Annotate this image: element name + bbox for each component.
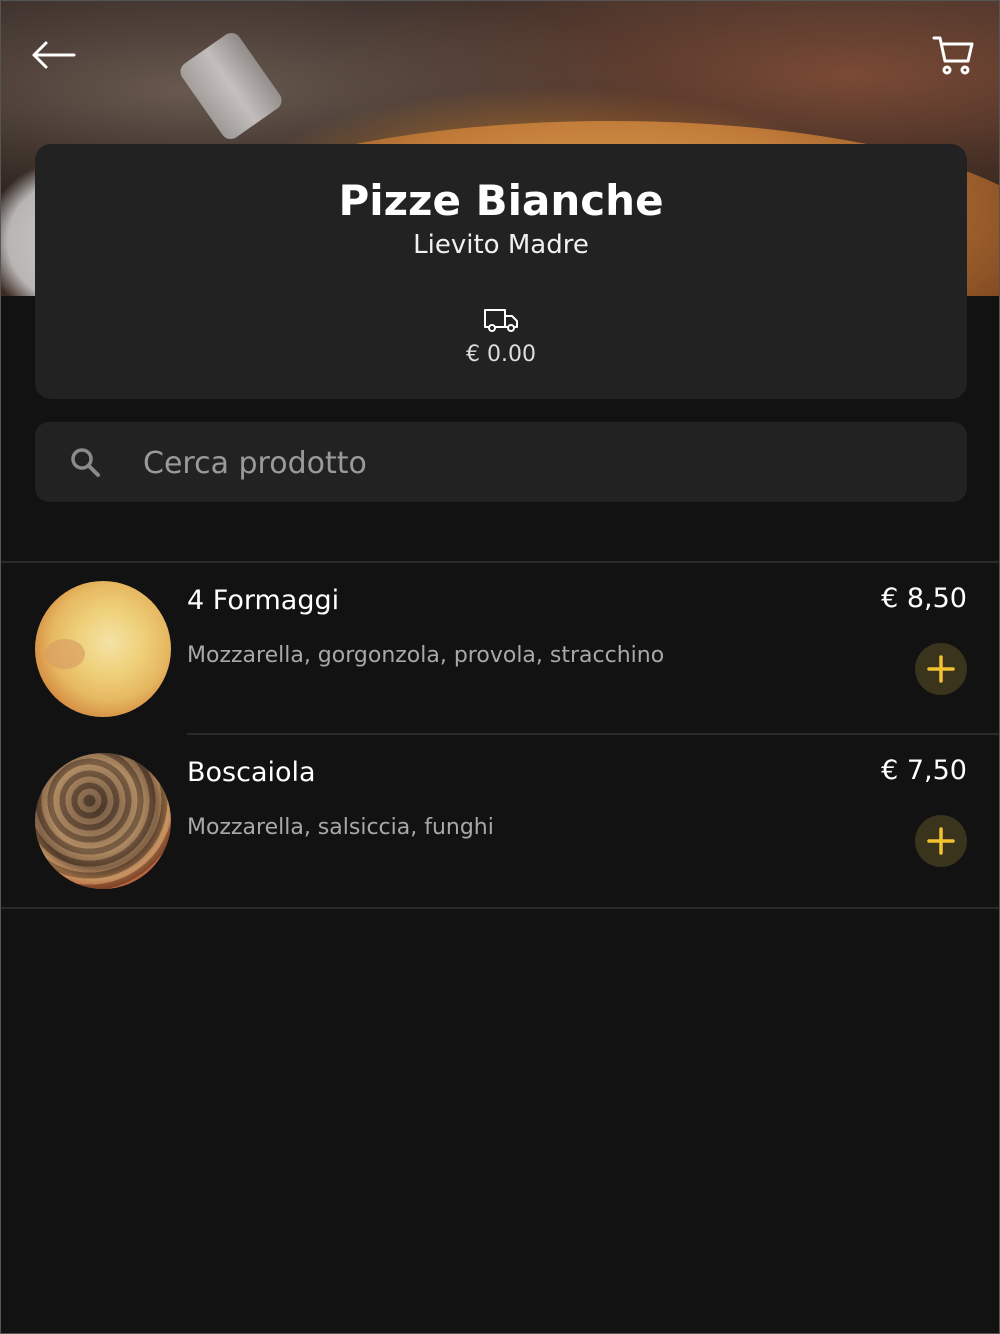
product-description: Mozzarella, gorgonzola, provola, stracch… <box>187 643 665 668</box>
cart-button[interactable] <box>925 27 981 83</box>
product-image <box>35 581 171 717</box>
search-bar[interactable] <box>35 422 967 502</box>
category-card: Pizze Bianche Lievito Madre € 0.00 <box>35 144 967 399</box>
search-input[interactable] <box>141 440 925 486</box>
back-button[interactable] <box>25 27 81 83</box>
add-to-cart-button[interactable] <box>915 815 967 867</box>
product-item[interactable]: 4 Formaggi Mozzarella, gorgonzola, provo… <box>1 563 999 733</box>
product-price: € 8,50 <box>881 583 967 614</box>
category-subtitle: Lievito Madre <box>413 230 589 260</box>
search-icon <box>71 448 100 477</box>
product-image <box>35 753 171 889</box>
truck-icon <box>484 309 518 332</box>
plus-icon <box>927 655 955 683</box>
product-name: 4 Formaggi <box>187 585 340 616</box>
product-description: Mozzarella, salsiccia, funghi <box>187 815 494 840</box>
product-item[interactable]: Boscaiola Mozzarella, salsiccia, funghi … <box>1 735 999 905</box>
plus-icon <box>927 827 955 855</box>
product-name: Boscaiola <box>187 757 316 788</box>
category-title: Pizze Bianche <box>338 176 664 225</box>
list-bottom-divider <box>1 907 999 909</box>
arrow-left-icon <box>32 41 76 69</box>
app-screen: Pizze Bianche Lievito Madre € 0.00 4 For… <box>0 0 1000 1334</box>
product-price: € 7,50 <box>881 755 967 786</box>
delivery-cost: € 0.00 <box>466 342 536 367</box>
cart-icon <box>932 36 974 75</box>
add-to-cart-button[interactable] <box>915 643 967 695</box>
